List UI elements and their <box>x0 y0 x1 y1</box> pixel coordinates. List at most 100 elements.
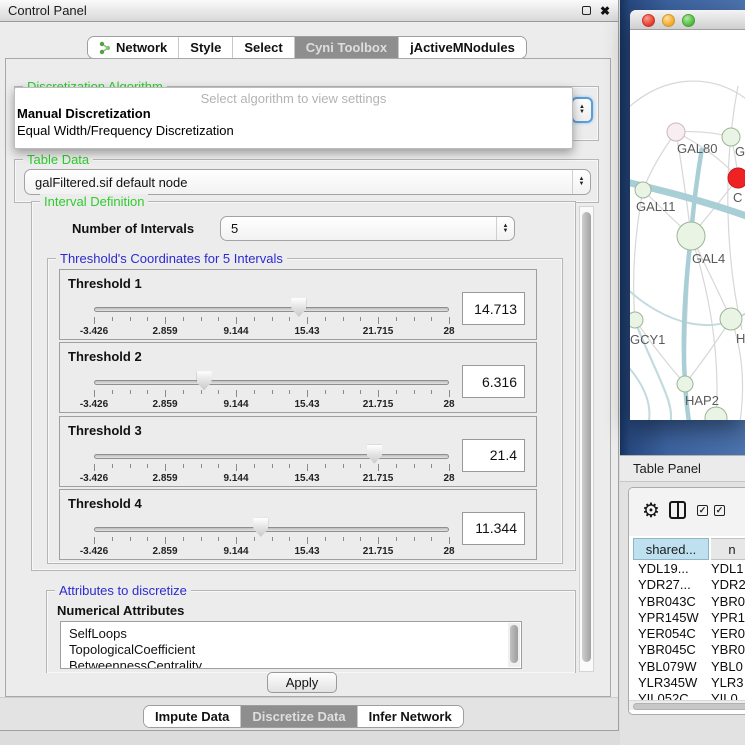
node-label-gal80: GAL80 <box>677 141 717 156</box>
threshold-slider-thumb[interactable] <box>291 298 306 317</box>
tab-discretize-data[interactable]: Discretize Data <box>241 706 357 727</box>
tab-infer-network[interactable]: Infer Network <box>358 706 463 727</box>
close-icon[interactable]: ✖ <box>600 0 610 22</box>
table-row[interactable]: YDR27...YDR2 <box>629 577 745 593</box>
checkbox-icon[interactable]: ✓ <box>697 505 708 516</box>
tab-style[interactable]: Style <box>179 37 233 58</box>
threshold-slider-thumb[interactable] <box>367 445 382 464</box>
node-label-h: H <box>736 331 745 346</box>
threshold-slider-thumb[interactable] <box>197 371 212 390</box>
tick-mark <box>112 537 113 541</box>
split-view-icon[interactable] <box>669 501 686 519</box>
numerical-attributes-list[interactable]: SelfLoopsTopologicalCoefficientBetweenne… <box>60 621 522 669</box>
list-scrollbar[interactable] <box>508 623 520 667</box>
threshold-value-field[interactable]: 14.713 <box>462 292 525 325</box>
zoom-traffic-light-icon[interactable] <box>682 14 695 27</box>
node-label-gcy1: GCY1 <box>630 332 665 347</box>
cell-name: YPR1 <box>711 610 745 626</box>
tick-mark <box>201 317 202 321</box>
threshold-slider-track[interactable] <box>94 380 449 385</box>
threshold-slider-track[interactable] <box>94 307 449 312</box>
cell-name: YBR0 <box>711 642 745 658</box>
threshold-slider-track[interactable] <box>94 527 449 532</box>
network-edge <box>685 319 731 384</box>
tick-mark <box>307 537 308 544</box>
tab-select[interactable]: Select <box>233 37 294 58</box>
table-panel-titlebar: Table Panel <box>620 455 745 482</box>
network-edge <box>630 358 649 420</box>
threshold-slider-track[interactable] <box>94 454 449 459</box>
tab-cyni-toolbox[interactable]: Cyni Toolbox <box>295 37 399 58</box>
table-row[interactable]: YER054CYER0 <box>629 626 745 642</box>
tick-mark <box>343 390 344 394</box>
table-row[interactable]: YBR043CYBR0 <box>629 594 745 610</box>
cell-shared-name: YDL19... <box>638 561 711 577</box>
tab-jactivemnodules[interactable]: jActiveMNodules <box>399 37 526 58</box>
node-gal11[interactable] <box>635 182 651 198</box>
node-gcy1[interactable] <box>630 312 643 328</box>
node-h[interactable] <box>720 308 742 330</box>
table-row[interactable]: YPR145WYPR1 <box>629 610 745 626</box>
tick-label: 9.144 <box>223 546 248 557</box>
node-gal4[interactable] <box>677 222 705 250</box>
table-row[interactable]: YBL079WYBL0 <box>629 659 745 675</box>
tick-label: 9.144 <box>223 473 248 484</box>
network-canvas[interactable]: GAL80GACGAL11GAL4GCY1HHAP2 <box>630 30 745 420</box>
gear-icon[interactable]: ⚙ <box>642 498 660 523</box>
checkbox-icon[interactable]: ✓ <box>714 505 725 516</box>
threshold-value-field[interactable]: 11.344 <box>462 512 525 545</box>
slider-ticks <box>94 390 449 398</box>
tick-mark <box>396 317 397 321</box>
tab-network[interactable]: Network <box>88 37 179 58</box>
minimize-traffic-light-icon[interactable] <box>662 14 675 27</box>
node-c[interactable] <box>728 168 745 188</box>
tick-mark <box>272 464 273 468</box>
attribute-item-topologicalcoefficient[interactable]: TopologicalCoefficient <box>69 642 521 658</box>
table-horizontal-scrollbar[interactable] <box>629 700 745 710</box>
tick-mark <box>183 390 184 394</box>
table-row[interactable]: YDL19...YDL1 <box>629 561 745 577</box>
scrollbar-thumb[interactable] <box>633 703 745 710</box>
table-row[interactable]: YLR345WYLR3 <box>629 675 745 691</box>
table-data-label: Table Data <box>23 152 93 167</box>
node-hap2[interactable] <box>677 376 693 392</box>
tick-label: 9.144 <box>223 326 248 337</box>
tick-mark <box>360 537 361 541</box>
float-window-icon[interactable] <box>582 6 591 15</box>
dropdown-option-manual-discretization[interactable]: Manual Discretization <box>17 106 151 121</box>
attributes-group-label: Attributes to discretize <box>55 583 191 598</box>
tick-mark <box>449 464 450 471</box>
node-partial[interactable] <box>705 407 727 420</box>
tick-mark <box>130 390 131 394</box>
threshold-value-field[interactable]: 21.4 <box>462 439 525 472</box>
cell-shared-name: YBL079W <box>638 659 711 675</box>
apply-button[interactable]: Apply <box>267 672 337 693</box>
table-row[interactable]: YBR045CYBR0 <box>629 642 745 658</box>
column-header-name[interactable]: n <box>711 538 745 560</box>
interval-definition-label: Interval Definition <box>40 194 148 209</box>
numerical-attributes-label: Numerical Attributes <box>57 603 184 618</box>
slider-ticks <box>94 317 449 325</box>
dropdown-option-equal-width-frequency[interactable]: Equal Width/Frequency Discretization <box>17 123 234 138</box>
close-traffic-light-icon[interactable] <box>642 14 655 27</box>
interval-definition-group: Interval Definition Number of Intervals … <box>31 201 576 571</box>
tick-mark <box>307 464 308 471</box>
attribute-item-selfloops[interactable]: SelfLoops <box>69 626 521 642</box>
node-gal80[interactable] <box>667 123 685 141</box>
attribute-item-betweennesscentrality[interactable]: BetweennessCentrality <box>69 658 521 669</box>
number-of-intervals-combobox[interactable]: 5 ▲▼ <box>220 216 515 241</box>
column-header-shared[interactable]: shared... <box>633 538 709 560</box>
algorithm-combo-arrow[interactable]: ▲▼ <box>571 97 593 123</box>
threshold-slider-thumb[interactable] <box>253 518 268 537</box>
tab-impute-data[interactable]: Impute Data <box>144 706 241 727</box>
network-graph[interactable]: GAL80GACGAL11GAL4GCY1HHAP2 <box>630 30 745 420</box>
tick-label: 28 <box>443 399 454 410</box>
scrollbar-thumb[interactable] <box>582 212 591 662</box>
tick-mark <box>449 537 450 544</box>
tick-mark <box>94 317 95 324</box>
threshold-value-field[interactable]: 6.316 <box>462 365 525 398</box>
tick-label: 21.715 <box>363 326 394 337</box>
table-data-combobox[interactable]: galFiltered.sif default node ▲▼ <box>24 169 591 195</box>
settings-scrollbar[interactable] <box>579 206 594 672</box>
tick-mark <box>201 537 202 541</box>
